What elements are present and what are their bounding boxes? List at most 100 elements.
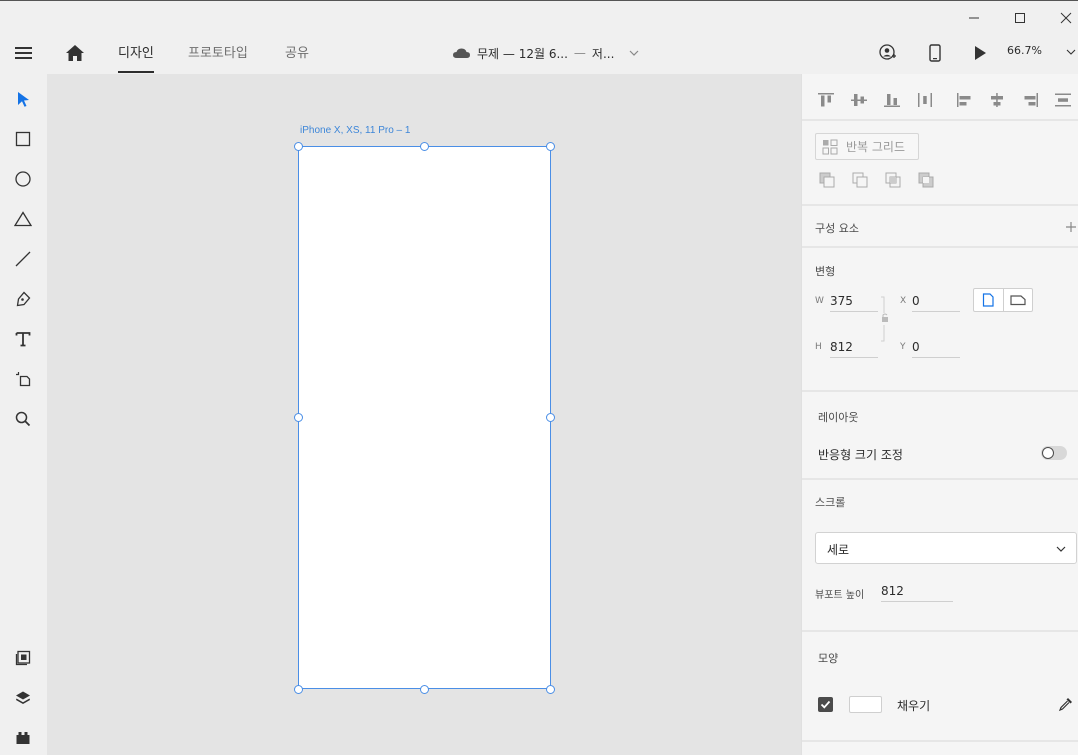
eyedropper-button[interactable] — [1058, 696, 1074, 712]
fill-color-swatch[interactable] — [849, 696, 882, 713]
canvas[interactable]: iPhone X, XS, 11 Pro – 1 — [47, 74, 801, 755]
align-right-button[interactable] — [1020, 90, 1040, 110]
resize-handle-right[interactable] — [546, 413, 555, 422]
assets-panel-button[interactable] — [11, 646, 35, 670]
resize-handle-left[interactable] — [294, 413, 303, 422]
lock-aspect-button[interactable] — [880, 296, 890, 342]
tab-design[interactable]: 디자인 — [118, 42, 154, 73]
device-preview-button[interactable] — [929, 44, 941, 62]
rectangle-tool[interactable] — [11, 127, 35, 151]
tab-share[interactable]: 공유 — [285, 42, 309, 66]
close-icon — [1060, 12, 1072, 24]
section-divider — [802, 630, 1078, 632]
components-title: 구성 요소 — [815, 222, 859, 235]
intersect-button[interactable] — [883, 170, 903, 190]
section-divider — [802, 390, 1078, 392]
invite-user-button[interactable] — [879, 44, 897, 62]
distribute-vertical-button[interactable] — [1053, 90, 1073, 110]
viewport-height-field[interactable]: 812 — [881, 582, 953, 602]
resize-handle-top-right[interactable] — [546, 142, 555, 151]
orientation-toggle — [973, 288, 1033, 312]
align-bottom-icon — [884, 94, 900, 107]
add-component-button[interactable] — [1065, 221, 1077, 233]
home-icon — [66, 45, 84, 61]
resize-handle-top-left[interactable] — [294, 142, 303, 151]
align-left-button[interactable] — [955, 90, 975, 110]
x-field[interactable]: 0 — [912, 292, 960, 312]
section-divider — [802, 478, 1078, 480]
polygon-tool[interactable] — [11, 207, 35, 231]
close-button[interactable] — [1043, 1, 1078, 35]
zoom-level[interactable]: 66.7% — [1007, 44, 1042, 57]
exclude-overlap-button[interactable] — [916, 170, 936, 190]
pen-tool[interactable] — [11, 287, 35, 311]
hamburger-menu-button[interactable] — [14, 45, 34, 61]
y-field[interactable]: 0 — [912, 338, 960, 358]
height-field[interactable]: 812 — [830, 338, 878, 358]
align-center-button[interactable] — [987, 90, 1007, 110]
distribute-vertical-icon — [1055, 93, 1071, 107]
scroll-mode-select[interactable]: 세로 — [815, 532, 1077, 564]
resize-handle-bottom-left[interactable] — [294, 685, 303, 694]
resize-handle-top[interactable] — [420, 142, 429, 151]
y-label: Y — [900, 342, 906, 352]
title-bar — [0, 0, 1078, 34]
resize-handle-bottom-right[interactable] — [546, 685, 555, 694]
align-middle-button[interactable] — [849, 90, 869, 110]
maximize-button[interactable] — [997, 1, 1043, 35]
tab-prototype[interactable]: 프로토타입 — [188, 42, 248, 66]
line-icon — [15, 251, 31, 267]
home-button[interactable] — [65, 44, 85, 62]
portrait-button[interactable] — [974, 289, 1004, 311]
layers-icon — [16, 691, 30, 704]
zoom-tool[interactable] — [11, 407, 35, 431]
union-icon — [852, 172, 868, 188]
repeat-grid-button[interactable]: 반복 그리드 — [815, 133, 919, 160]
play-preview-button[interactable] — [973, 45, 987, 61]
section-divider — [802, 119, 1078, 121]
cloud-icon — [453, 48, 470, 58]
responsive-resize-toggle[interactable] — [1041, 446, 1067, 460]
distribute-horizontal-button[interactable] — [915, 90, 935, 110]
appearance-title: 모양 — [818, 652, 839, 665]
landscape-icon — [1010, 295, 1026, 306]
ellipse-tool[interactable] — [11, 167, 35, 191]
play-icon — [975, 46, 986, 60]
subtract-button[interactable] — [817, 170, 837, 190]
zoom-dropdown[interactable] — [1066, 47, 1076, 57]
zoom-icon — [15, 411, 31, 427]
resize-handle-bottom[interactable] — [420, 685, 429, 694]
rectangle-icon — [15, 131, 31, 147]
align-bottom-button[interactable] — [882, 90, 902, 110]
repeat-grid-icon — [822, 139, 838, 154]
repeat-grid-label: 반복 그리드 — [846, 140, 906, 154]
add-button[interactable] — [850, 170, 870, 190]
line-tool[interactable] — [11, 247, 35, 271]
x-label: X — [900, 296, 907, 306]
width-field[interactable]: 375 — [830, 292, 878, 312]
assets-icon — [15, 650, 31, 666]
text-tool[interactable] — [11, 327, 35, 351]
user-add-icon — [879, 44, 896, 60]
chevron-down-icon — [629, 50, 639, 56]
mobile-device-icon — [929, 44, 941, 62]
artboard-tool[interactable] — [11, 367, 35, 391]
align-top-button[interactable] — [816, 90, 836, 110]
document-title[interactable]: 무제 — 12월 6... — 저... — [452, 42, 640, 64]
chevron-down-icon — [1066, 49, 1076, 55]
section-divider — [802, 740, 1078, 742]
property-inspector: 반복 그리드 구성 요소 변형 W 375 X 0 H 812 Y 0 레이아웃… — [801, 74, 1078, 755]
layers-panel-button[interactable] — [11, 686, 35, 710]
plugins-panel-button[interactable] — [11, 726, 35, 750]
viewport-height-label: 뷰포트 높이 — [815, 590, 865, 601]
eyedropper-icon — [1058, 698, 1072, 712]
artboard-label[interactable]: iPhone X, XS, 11 Pro – 1 — [300, 125, 410, 136]
document-name: 무제 — 12월 6... — [477, 46, 568, 61]
artboard-icon — [16, 372, 31, 387]
fill-checkbox[interactable] — [818, 697, 833, 712]
minimize-button[interactable] — [951, 1, 997, 35]
tool-bar — [0, 74, 47, 755]
landscape-button[interactable] — [1004, 289, 1033, 311]
select-tool[interactable] — [11, 87, 35, 111]
artboard[interactable] — [298, 146, 551, 689]
